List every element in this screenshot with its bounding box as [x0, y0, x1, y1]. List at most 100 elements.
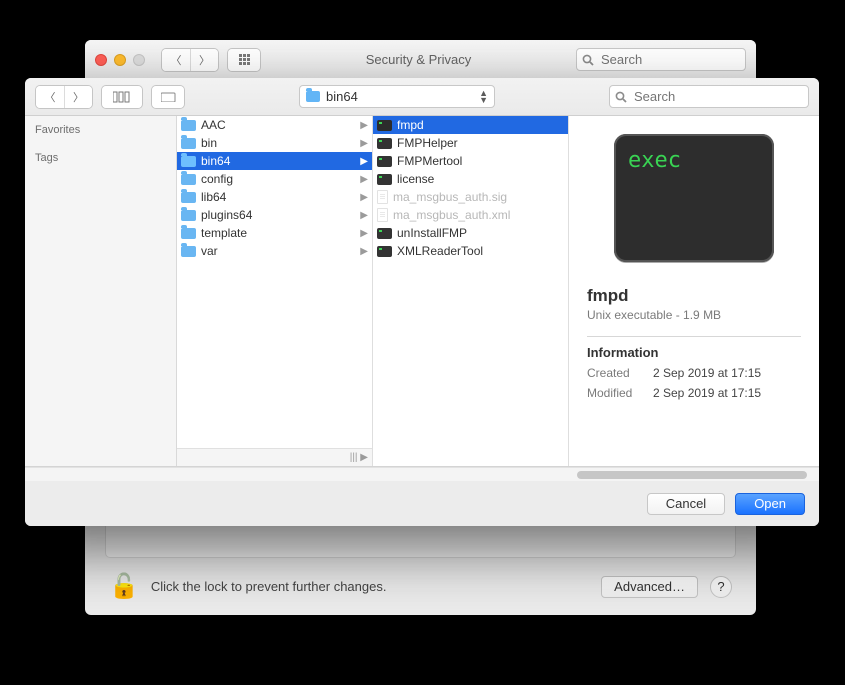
dialog-body: Favorites Tags AAC▶bin▶bin64▶config▶lib6…: [25, 116, 819, 467]
lock-hint-text: Click the lock to prevent further change…: [151, 579, 387, 594]
list-item-label: lib64: [201, 190, 226, 204]
list-item-label: plugins64: [201, 208, 252, 222]
modified-value: 2 Sep 2019 at 17:15: [653, 386, 761, 400]
list-item[interactable]: var ▶: [177, 242, 372, 260]
doc-icon: [377, 190, 388, 204]
folder-icon: [181, 174, 196, 185]
list-item-label: fmpd: [397, 118, 424, 132]
lock-icon[interactable]: 🔓: [109, 572, 139, 601]
doc-icon: [377, 208, 388, 222]
exec-icon: [377, 120, 392, 131]
list-item[interactable]: ma_msgbus_auth.xml: [373, 206, 568, 224]
dialog-toolbar: 〈 〉 bin64 ▲▼: [25, 78, 819, 116]
exec-icon: [377, 228, 392, 239]
list-item[interactable]: config ▶: [177, 170, 372, 188]
preview-thumbnail: exec: [614, 134, 774, 262]
open-button[interactable]: Open: [735, 493, 805, 515]
folder-icon: [181, 120, 196, 131]
list-item-label: config: [201, 172, 233, 186]
nav-forward-button[interactable]: 〉: [190, 49, 218, 71]
list-item-label: bin: [201, 136, 217, 150]
list-item-label: FMPMertool: [397, 154, 462, 168]
list-item-label: ma_msgbus_auth.sig: [393, 190, 507, 204]
chevron-right-icon: ▶: [360, 138, 368, 149]
columns-view-icon: [113, 91, 131, 103]
stepper-icon: ▲▼: [479, 90, 488, 104]
folder-icon: [181, 156, 196, 167]
history-back-button[interactable]: 〈: [36, 86, 64, 108]
column-1[interactable]: AAC▶bin▶bin64▶config▶lib64▶plugins64▶tem…: [177, 116, 373, 466]
list-item-label: var: [201, 244, 218, 258]
preview-section-header: Information: [587, 336, 801, 360]
preview-pane: exec fmpd Unix executable - 1.9 MB Infor…: [569, 116, 819, 466]
exec-icon: [377, 156, 392, 167]
modified-label: Modified: [587, 386, 653, 400]
search-icon: [615, 91, 627, 103]
window-controls: [95, 54, 145, 66]
chevron-right-icon: ▶: [360, 246, 368, 257]
close-window-button[interactable]: [95, 54, 107, 66]
column-2[interactable]: fmpd FMPHelper FMPMertool license ma_msgbus_…: [373, 116, 569, 466]
exec-icon: [377, 174, 392, 185]
sidebar-tags-header: Tags: [35, 152, 166, 164]
folder-icon: [181, 246, 196, 257]
location-popup[interactable]: bin64 ▲▼: [299, 85, 495, 108]
exec-icon: [377, 246, 392, 257]
list-item[interactable]: bin ▶: [177, 134, 372, 152]
folder-icon: [181, 138, 196, 149]
exec-thumb-text: exec: [628, 148, 681, 173]
folder-icon: [161, 91, 176, 102]
advanced-button[interactable]: Advanced…: [601, 576, 698, 598]
list-item[interactable]: ma_msgbus_auth.sig: [373, 188, 568, 206]
prefs-search-input[interactable]: [576, 48, 746, 71]
horizontal-scroll-hint: ||| ▶: [177, 448, 372, 466]
list-item[interactable]: template ▶: [177, 224, 372, 242]
list-item[interactable]: XMLReaderTool: [373, 242, 568, 260]
list-item[interactable]: fmpd: [373, 116, 568, 134]
list-item-label: AAC: [201, 118, 226, 132]
chevron-right-icon: ▶: [360, 228, 368, 239]
open-file-dialog: 〈 〉 bin64 ▲▼: [25, 78, 819, 526]
list-item[interactable]: FMPMertool: [373, 152, 568, 170]
group-button[interactable]: [151, 85, 185, 109]
list-item[interactable]: AAC ▶: [177, 116, 372, 134]
exec-icon: [377, 138, 392, 149]
nav-back-forward: 〈 〉: [161, 48, 219, 72]
dialog-scrollbar[interactable]: [25, 467, 819, 481]
minimize-window-button[interactable]: [114, 54, 126, 66]
nav-back-button[interactable]: 〈: [162, 49, 190, 71]
show-all-button[interactable]: [227, 48, 261, 72]
view-mode-button[interactable]: [101, 85, 143, 109]
history-forward-button[interactable]: 〉: [64, 86, 92, 108]
chevron-right-icon: ▶: [360, 174, 368, 185]
list-item-label: XMLReaderTool: [397, 244, 483, 258]
list-item-label: license: [397, 172, 434, 186]
chevron-right-icon: ▶: [360, 210, 368, 221]
list-item-label: FMPHelper: [397, 136, 458, 150]
history-back-forward: 〈 〉: [35, 85, 93, 109]
folder-icon: [181, 192, 196, 203]
list-item-label: ma_msgbus_auth.xml: [393, 208, 510, 222]
list-item[interactable]: unInstallFMP: [373, 224, 568, 242]
preview-filename: fmpd: [587, 286, 801, 306]
location-label: bin64: [326, 89, 473, 104]
security-toolbar: 〈 〉 Security & Privacy: [85, 40, 756, 80]
list-item[interactable]: FMPHelper: [373, 134, 568, 152]
list-item[interactable]: lib64 ▶: [177, 188, 372, 206]
zoom-window-button[interactable]: [133, 54, 145, 66]
chevron-right-icon: ▶: [360, 120, 368, 131]
list-item[interactable]: plugins64 ▶: [177, 206, 372, 224]
sidebar-favorites-header: Favorites: [35, 124, 166, 136]
folder-icon: [181, 210, 196, 221]
search-icon: [582, 54, 594, 66]
list-item-label: template: [201, 226, 247, 240]
list-item[interactable]: bin64▶: [177, 152, 372, 170]
preview-subtitle: Unix executable - 1.9 MB: [587, 308, 801, 322]
list-item[interactable]: license: [373, 170, 568, 188]
chevron-right-icon: ▶: [360, 192, 368, 203]
cancel-button[interactable]: Cancel: [647, 493, 725, 515]
help-button[interactable]: ?: [710, 576, 732, 598]
dialog-search-input[interactable]: [609, 85, 809, 108]
created-label: Created: [587, 366, 653, 380]
chevron-right-icon: ▶: [360, 156, 368, 167]
